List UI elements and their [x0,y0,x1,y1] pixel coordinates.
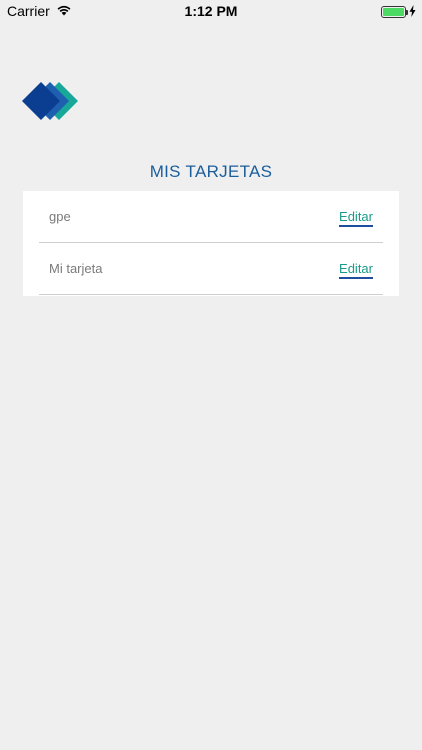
card-name: gpe [49,209,71,224]
page-title: MIS TARJETAS [149,162,273,181]
battery-icon [381,6,408,18]
bolt-icon [409,4,416,20]
battery-fill [383,8,404,16]
screen: Carrier 1:12 PM MIS TARJETAS gpe Editar … [0,0,422,750]
card-row: Mi tarjeta Editar [39,243,383,295]
card-row: gpe Editar [39,191,383,243]
diamond-logo-icon [22,82,80,120]
battery-tip [406,10,408,15]
status-right [381,4,416,20]
edit-card-button[interactable]: Editar [339,261,373,279]
card-name: Mi tarjeta [49,261,103,276]
edit-card-button[interactable]: Editar [339,209,373,227]
card-list: gpe Editar Mi tarjeta Editar [23,191,399,296]
status-time: 1:12 PM [184,3,238,19]
status-bar: Carrier 1:12 PM [0,0,422,22]
